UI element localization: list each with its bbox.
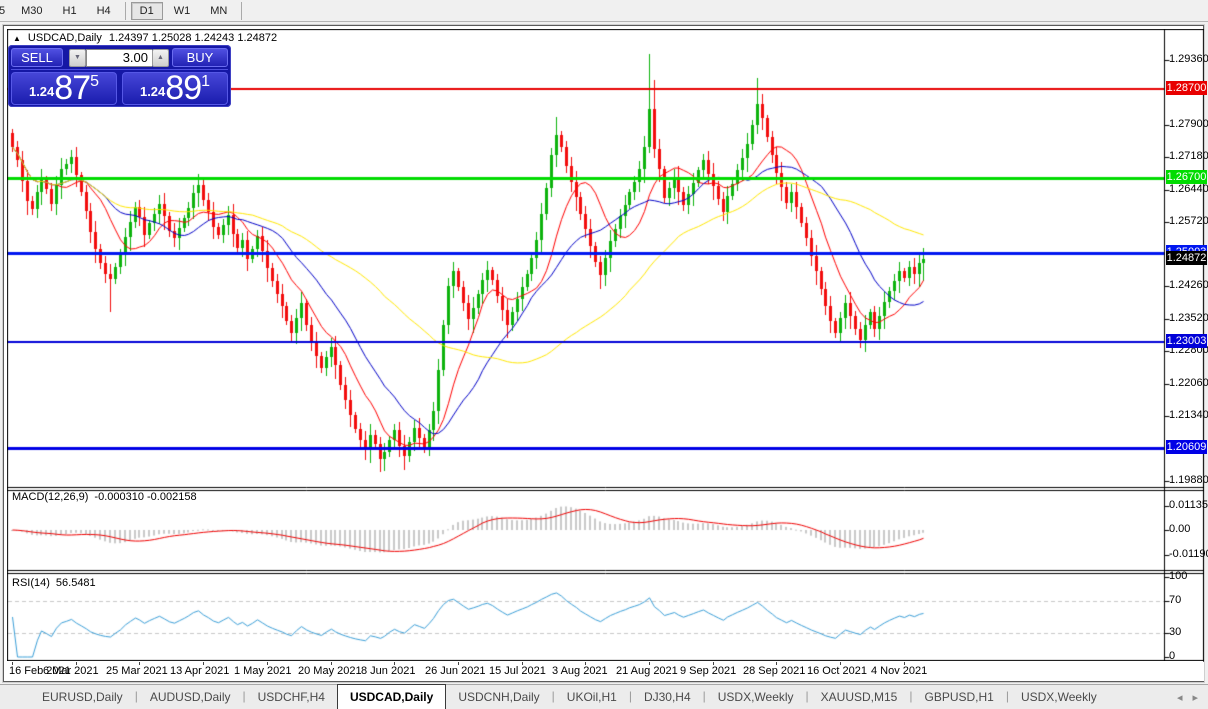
date-axis-label-26-Jun-2021: 26 Jun 2021 <box>425 665 486 677</box>
buy-price-button[interactable]: 1.24 89 1 <box>122 69 228 107</box>
date-axis-label-21-Aug-2021: 21 Aug 2021 <box>616 665 678 677</box>
sell-price-main: 87 <box>54 69 91 107</box>
price-axis-label-1.26440: 1.26440 <box>1169 183 1208 195</box>
rsi-name: RSI(14) <box>12 577 50 589</box>
chart-tab-USDCAD-Daily[interactable]: USDCAD,Daily <box>336 684 447 709</box>
tab-scroll-controls: ◂ ▸ <box>1177 685 1208 709</box>
timeframe-button-H1[interactable]: H1 <box>54 2 86 20</box>
toolbar-separator <box>124 1 126 20</box>
chart-tab-EURUSD-Daily[interactable]: EURUSD,Daily <box>30 685 135 709</box>
timeframe-button-M30[interactable]: M30 <box>12 2 51 20</box>
buy-button[interactable]: BUY <box>172 48 228 67</box>
rsi-indicator-label: RSI(14) 56.5481 <box>12 577 96 589</box>
timeframe-button-5[interactable]: 5 <box>0 2 10 20</box>
timeframe-button-D1[interactable]: D1 <box>130 1 163 20</box>
toolbar-separator <box>241 1 243 20</box>
timeframe-button-MN[interactable]: MN <box>201 2 236 20</box>
buy-price-main: 89 <box>165 69 202 107</box>
macd-indicator-label: MACD(12,26,9) -0.000310 -0.002158 <box>12 491 197 503</box>
date-axis: 16 Feb 2021 6 Mar 2021 25 Mar 2021 13 Apr 2… <box>7 662 1204 681</box>
rsi-axis-label-30: 30 <box>1169 626 1182 638</box>
date-axis-label-6-Mar-2021: 6 Mar 2021 <box>43 665 99 677</box>
price-axis-label-1.19880: 1.19880 <box>1169 474 1208 486</box>
date-axis-label-8-Jun-2021: 8 Jun 2021 <box>361 665 416 677</box>
sell-button[interactable]: SELL <box>11 48 63 67</box>
date-axis-label-20-May-2021: 20 May 2021 <box>298 665 362 677</box>
date-axis-label-28-Sep-2021: 28 Sep 2021 <box>743 665 806 677</box>
macd-axis-label--0.01190: -0.01190 <box>1169 548 1208 560</box>
chart-tab-USDCNH-Daily[interactable]: USDCNH,Daily <box>446 685 551 709</box>
chart-title: ▲ USDCAD,Daily 1.24397 1.25028 1.24243 1… <box>13 32 277 44</box>
date-axis-label-16-Oct-2021: 16 Oct 2021 <box>807 665 867 677</box>
price-badge-1.26700: 1.26700 <box>1166 170 1207 184</box>
chart-tab-UKOil-H1[interactable]: UKOil,H1 <box>555 685 629 709</box>
chart-tab-DJ30-H4[interactable]: DJ30,H4 <box>632 685 703 709</box>
chart-tab-bar: EURUSD,Daily | AUDUSD,Daily | USDCHF,H4 USDCA… <box>0 684 1208 709</box>
macd-values: -0.000310 -0.002158 <box>94 491 197 503</box>
chart-symbol-label: USDCAD,Daily <box>27 32 102 44</box>
buy-price-pip: 1 <box>201 73 211 90</box>
volume-increase-button[interactable]: ▲ <box>152 48 169 67</box>
macd-axis-label-0.01135: 0.01135 <box>1169 499 1208 511</box>
chart-tab-AUDUSD-Daily[interactable]: AUDUSD,Daily <box>138 685 243 709</box>
bid-price-badge: 1.24872 <box>1166 251 1207 265</box>
date-axis-label-15-Jul-2021: 15 Jul 2021 <box>489 665 546 677</box>
date-axis-label-4-Nov-2021: 4 Nov 2021 <box>871 665 928 677</box>
tab-scroll-right-icon[interactable]: ▸ <box>1192 691 1198 704</box>
timeframe-button-H4[interactable]: H4 <box>88 2 120 20</box>
macd-name: MACD(12,26,9) <box>12 491 89 503</box>
chart-collapse-icon[interactable]: ▲ <box>13 34 21 43</box>
price-axis-label-1.25720: 1.25720 <box>1169 215 1208 227</box>
chart-tab-USDX-Weekly[interactable]: USDX,Weekly <box>1009 685 1109 709</box>
volume-input[interactable] <box>86 48 152 67</box>
price-axis-label-1.21340: 1.21340 <box>1169 409 1208 421</box>
one-click-trading-panel: SELL ▼ ▲ BUY 1.24875 1.24891 <box>8 45 231 107</box>
sell-price-button[interactable]: 1.24 87 5 <box>11 69 117 107</box>
date-axis-label-9-Sep-2021: 9 Sep 2021 <box>680 665 737 677</box>
price-axis-label-1.27900: 1.27900 <box>1169 118 1208 130</box>
chart-tab-USDX-Weekly[interactable]: USDX,Weekly <box>706 685 806 709</box>
chart-tab-XAUUSD-M15[interactable]: XAUUSD,M15 <box>809 685 910 709</box>
price-axis-label-1.29360: 1.29360 <box>1169 53 1208 65</box>
price-chart-canvas[interactable] <box>7 29 1204 661</box>
macd-axis-label-0.00: 0.00 <box>1169 523 1191 535</box>
price-axis-label-1.22060: 1.22060 <box>1169 377 1208 389</box>
sell-price-pip: 5 <box>90 73 100 90</box>
timeframe-button-W1[interactable]: W1 <box>165 2 200 20</box>
price-badge-1.28700: 1.28700 <box>1166 81 1207 95</box>
timeframe-toolbar: 5 M30 H1 H4 D1 W1 MN <box>0 0 1208 22</box>
price-axis-label-1.24260: 1.24260 <box>1169 279 1208 291</box>
chart-tab-USDCHF-H4[interactable]: USDCHF,H4 <box>246 685 337 709</box>
date-axis-label-25-Mar-2021: 25 Mar 2021 <box>106 665 168 677</box>
chart-ohlc-label: 1.24397 1.25028 1.24243 1.24872 <box>108 32 278 44</box>
buy-price-prefix: 1.24 <box>139 84 166 99</box>
date-axis-label-3-Aug-2021: 3 Aug 2021 <box>552 665 608 677</box>
volume-decrease-button[interactable]: ▼ <box>69 48 86 67</box>
rsi-axis-label-100: 100 <box>1169 570 1188 582</box>
price-badge-1.23003: 1.23003 <box>1166 334 1207 348</box>
price-badge-1.20609: 1.20609 <box>1166 440 1207 454</box>
tab-scroll-left-icon[interactable]: ◂ <box>1177 691 1183 704</box>
rsi-axis-label-70: 70 <box>1169 594 1182 606</box>
rsi-axis-label-0: 0 <box>1169 650 1176 662</box>
rsi-value: 56.5481 <box>55 577 96 589</box>
chart-tab-GBPUSD-H1[interactable]: GBPUSD,H1 <box>912 685 1005 709</box>
price-axis-label-1.27180: 1.27180 <box>1169 150 1208 162</box>
date-axis-label-1-May-2021: 1 May 2021 <box>234 665 292 677</box>
date-axis-label-13-Apr-2021: 13 Apr 2021 <box>170 665 230 677</box>
sell-price-prefix: 1.24 <box>28 84 55 99</box>
price-axis-label-1.23520: 1.23520 <box>1169 312 1208 324</box>
